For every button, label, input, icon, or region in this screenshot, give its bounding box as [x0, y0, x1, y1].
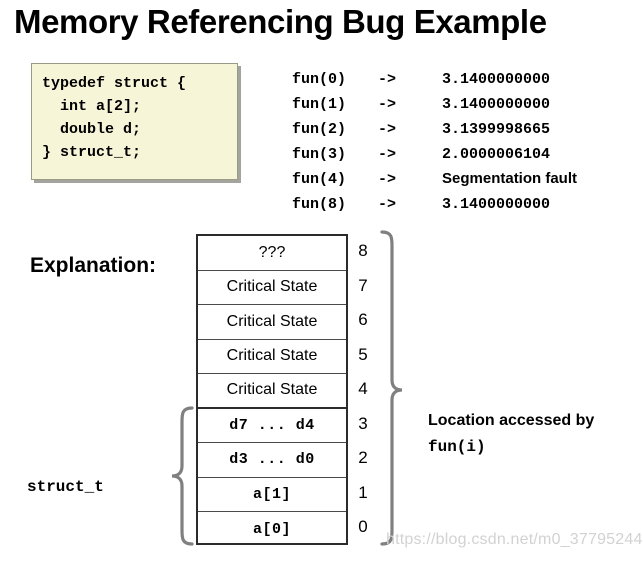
memory-index-label: 1	[358, 482, 368, 502]
memory-cell-label: Critical State	[226, 381, 318, 399]
function-output-row: fun(3) -> 2.0000006104	[292, 141, 642, 166]
code-block: typedef struct { int a[2]; double d; } s…	[31, 63, 238, 180]
function-output-row: fun(4) -> Segmentation fault	[292, 166, 642, 191]
function-result-value: 3.1399998665	[442, 121, 551, 138]
function-output-row: fun(8) -> 3.1400000000	[292, 191, 642, 216]
memory-index-column: 8 7 6 5 4 3 2 1 0	[352, 234, 374, 545]
memory-cell-label: d7 ... d4	[229, 416, 315, 434]
function-result-value: Segmentation fault	[442, 170, 578, 187]
watermark: https://blog.csdn.net/m0_37795244	[386, 531, 643, 548]
arrow-icon: ->	[378, 121, 397, 138]
memory-table-row: a[0]	[198, 512, 346, 547]
function-call-label: fun(8)	[292, 196, 347, 213]
function-output-row: fun(1) -> 3.1400000000	[292, 91, 642, 116]
arrow-icon: ->	[378, 146, 397, 163]
function-output-row: fun(2) -> 3.1399998665	[292, 116, 642, 141]
memory-cell-label: ???	[258, 243, 286, 261]
memory-index-label: 6	[358, 310, 368, 329]
function-output-row: fun(0) -> 3.1400000000	[292, 66, 642, 91]
memory-table-row: Critical State	[198, 305, 346, 340]
memory-index-label: 2	[358, 448, 368, 467]
memory-cell-label: Critical State	[226, 347, 318, 365]
function-result-value: 2.0000006104	[442, 146, 551, 163]
struct-span-brace-icon	[171, 406, 194, 546]
function-result-value: 3.1400000000	[442, 196, 551, 213]
memory-cell-label: Critical State	[226, 312, 318, 330]
explanation-label: Explanation:	[30, 254, 157, 277]
arrow-icon: ->	[378, 171, 397, 188]
memory-index-label: 0	[358, 517, 368, 536]
access-annotation: Location accessed by fun(i)	[428, 408, 638, 460]
access-annotation-line1: Location accessed by	[428, 412, 595, 429]
memory-index-label: 3	[358, 413, 368, 433]
memory-cell-label: d3 ... d0	[229, 451, 315, 469]
struct-type-label: struct_t	[27, 478, 104, 496]
function-call-label: fun(1)	[292, 96, 347, 113]
memory-table-row: d3 ... d0	[198, 443, 346, 478]
memory-table-row: Critical State	[198, 271, 346, 305]
memory-index-label: 4	[358, 379, 368, 398]
memory-index-label: 5	[358, 344, 368, 364]
memory-index-label: 7	[358, 275, 368, 295]
arrow-icon: ->	[378, 196, 397, 213]
memory-cell-label: Critical State	[226, 278, 318, 296]
function-result-value: 3.1400000000	[442, 96, 551, 113]
access-range-brace-icon	[380, 230, 403, 546]
memory-table-row: Critical State	[198, 340, 346, 374]
memory-cell-label: a[0]	[252, 520, 291, 538]
function-call-label: fun(0)	[292, 71, 347, 88]
memory-layout-table: ??? Critical State Critical State Critical …	[196, 234, 348, 545]
function-output-list: fun(0) -> 3.1400000000 fun(1) -> 3.1400000000…	[292, 66, 642, 216]
arrow-icon: ->	[378, 96, 397, 113]
code-block-text: typedef struct { int a[2]; double d; } s…	[42, 75, 187, 161]
memory-table-row: ???	[198, 236, 346, 271]
arrow-icon: ->	[378, 71, 397, 88]
memory-table-row: Critical State	[198, 374, 346, 409]
memory-cell-label: a[1]	[252, 485, 291, 503]
memory-table-row: d7 ... d4	[198, 409, 346, 443]
page-title: Memory Referencing Bug Example	[14, 3, 547, 40]
memory-table-row: a[1]	[198, 478, 346, 512]
access-annotation-line2: fun(i)	[428, 438, 486, 456]
function-call-label: fun(2)	[292, 121, 347, 138]
function-call-label: fun(4)	[292, 171, 347, 188]
memory-index-label: 8	[358, 241, 368, 260]
function-call-label: fun(3)	[292, 146, 347, 163]
function-result-value: 3.1400000000	[442, 71, 551, 88]
